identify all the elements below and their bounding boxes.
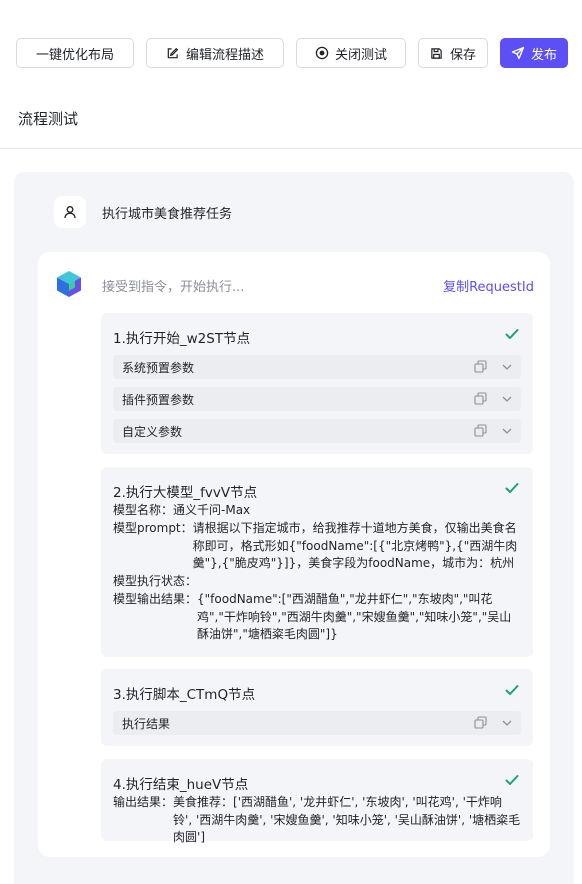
user-message: 执行城市美食推荐任务 [54,196,554,228]
chevron-down-icon[interactable] [501,425,513,437]
check-icon [505,685,519,695]
copy-icon[interactable] [474,424,487,437]
param-label: 执行结果 [122,716,171,731]
save-icon [430,46,444,60]
step-script: 3.执行脚本_CTmQ节点 执行结果 [101,669,533,746]
step-end: 4.执行结束_hueV节点 输出结果： 美食推荐：['西湖醋鱼', '龙井虾仁'… [101,759,533,844]
step-start: 1.执行开始_w2ST节点 系统预置参数 插件预置参数 自定义参数 [101,313,533,454]
check-icon [505,775,519,785]
user-message-text: 执行城市美食推荐任务 [102,206,233,222]
model-output-row: 模型输出结果： {"foodName":["西湖醋鱼","龙井虾仁","东坡肉"… [113,591,521,644]
param-label: 插件预置参数 [122,392,195,407]
model-status-label: 模型执行状态： [113,574,198,588]
edit-description-label: 编辑流程描述 [185,46,264,62]
check-icon [505,483,519,493]
response-card: 接受到指令，开始执行... 复制RequestId 1.执行开始_w2ST节点 … [38,252,550,857]
step-title: 3.执行脚本_CTmQ节点 [113,687,256,703]
model-status-row: 模型执行状态： [113,573,521,591]
model-prompt-value: 请根据以下指定城市，给我推荐十道地方美食，仅输出美食名称即可，格式形如{"foo… [192,521,518,570]
model-status-value [197,573,521,591]
save-label: 保存 [449,46,476,62]
step-title: 1.执行开始_w2ST节点 [113,331,251,347]
edit-description-button[interactable]: 编辑流程描述 [146,38,284,68]
step-title: 2.执行大模型_fvvV节点 [113,485,258,501]
param-row[interactable]: 自定义参数 [113,419,521,443]
auto-layout-button[interactable]: 一键优化布局 [16,38,134,68]
chevron-down-icon[interactable] [501,361,513,373]
chevron-down-icon[interactable] [501,717,513,729]
close-test-button[interactable]: 关闭测试 [296,38,406,68]
copy-request-id-link[interactable]: 复制RequestId [443,276,534,295]
param-row[interactable]: 系统预置参数 [113,355,521,379]
model-name-row: 模型名称： 通义千问-Max [113,502,521,520]
auto-layout-label: 一键优化布局 [35,46,114,62]
end-output-value: 美食推荐：['西湖醋鱼', '龙井虾仁', '东坡肉', '叫花鸡', '干炸响… [173,795,521,844]
radio-icon [315,46,329,60]
end-output-row: 输出结果： 美食推荐：['西湖醋鱼', '龙井虾仁', '东坡肉', '叫花鸡'… [113,794,521,847]
copy-icon[interactable] [474,716,487,729]
model-name-label: 模型名称： [113,503,174,517]
edit-icon [166,46,180,60]
publish-button[interactable]: 发布 [500,38,568,68]
test-panel: 执行城市美食推荐任务 接受到指令，开始执行... 复制RequestId 1.执… [14,172,574,884]
param-row[interactable]: 执行结果 [113,711,521,735]
status-text: 接受到指令，开始执行... [102,280,245,295]
param-row[interactable]: 插件预置参数 [113,387,521,411]
user-icon [54,196,86,228]
chevron-down-icon[interactable] [501,393,513,405]
model-prompt-label: 模型prompt： [113,521,193,535]
close-test-label: 关闭测试 [334,46,387,62]
end-output-label: 输出结果： [113,795,174,809]
copy-icon[interactable] [474,392,487,405]
divider [0,148,582,149]
check-icon [505,329,519,339]
model-output-label: 模型输出结果： [113,592,198,606]
model-name-value: 通义千问-Max [173,503,251,517]
page-title: 流程测试 [18,110,79,128]
param-label: 自定义参数 [122,424,183,439]
bot-logo [56,270,82,298]
toolbar: 一键优化布局 编辑流程描述 关闭测试 保存 发布 [16,38,568,68]
param-label: 系统预置参数 [122,360,195,375]
send-icon [511,46,525,60]
model-output-value: {"foodName":["西湖醋鱼","龙井虾仁","东坡肉","叫花鸡","… [197,592,512,641]
save-button[interactable]: 保存 [418,38,488,68]
publish-label: 发布 [530,46,557,62]
step-title: 4.执行结束_hueV节点 [113,777,249,793]
copy-icon[interactable] [474,360,487,373]
model-prompt-row: 模型prompt： 请根据以下指定城市，给我推荐十道地方美食，仅输出美食名称即可… [113,520,521,573]
step-llm: 2.执行大模型_fvvV节点 模型名称： 通义千问-Max 模型prompt： … [101,467,533,657]
